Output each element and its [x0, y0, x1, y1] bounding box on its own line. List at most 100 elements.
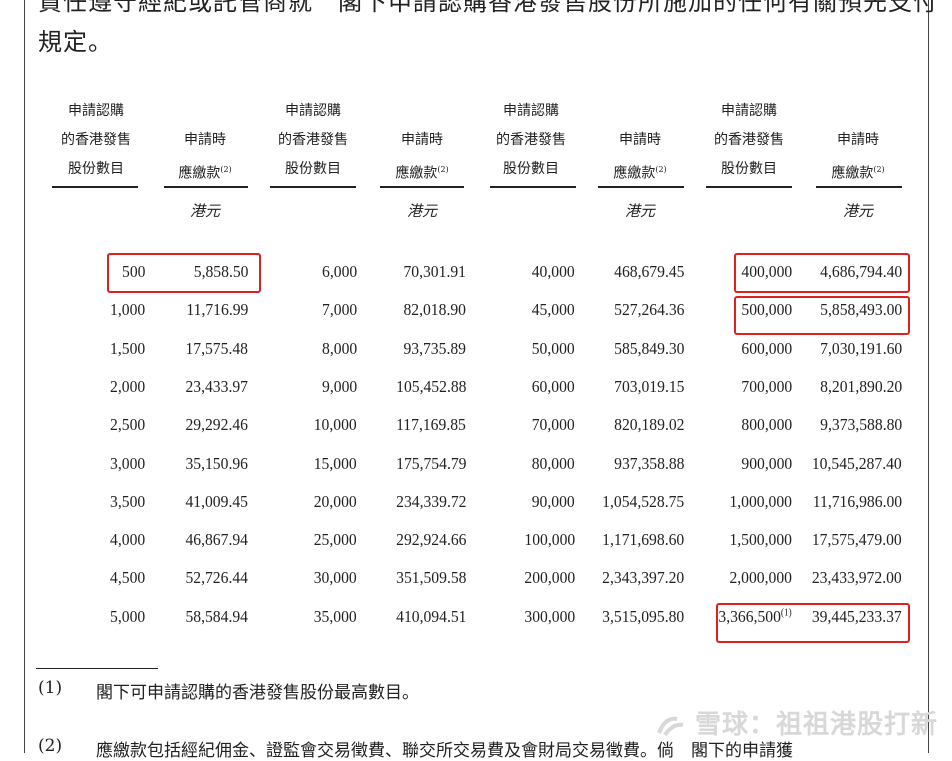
shares-value: 3,500: [109, 491, 145, 511]
shares-value: 1,000,000: [729, 491, 792, 511]
shares-value: 2,000,000: [729, 568, 792, 588]
shares-cell: 10,000: [314, 415, 357, 435]
unit-label: 港元: [406, 202, 437, 220]
shares-cell: 50,000: [532, 339, 575, 359]
right-border: [928, 0, 929, 753]
payment-cell: 1,054,528.75: [601, 491, 684, 511]
footnote-1-number: (1): [38, 678, 63, 698]
shares-header-line: 的香港發售: [496, 132, 566, 148]
intro-text: 責任遵守經紀或託管商就 閣下申請認購香港發售股份所施加的任何有關預先支付 規定。: [38, 0, 938, 62]
shares-cell: 15,000: [314, 454, 357, 474]
shares-cell: 900,000: [741, 454, 792, 474]
shares-header-line: 股份數目: [285, 161, 341, 177]
header-rule: [52, 186, 138, 188]
shares-value: 35,000: [313, 606, 357, 626]
payment-column-header: 申請時 應繳款(2): [590, 126, 690, 189]
payment-cell: 820,189.02: [613, 415, 684, 435]
shares-column-header: 申請認購的香港發售股份數目: [263, 97, 363, 184]
footnote-2-number: (2): [38, 736, 63, 756]
payment-column-header: 申請時應繳款(2): [372, 126, 472, 189]
footnote-rule: [36, 668, 158, 669]
watermark-text: 雪球：祖祖港股打新: [694, 710, 938, 740]
shares-cell: 4,000: [110, 530, 145, 550]
shares-value: 100,000: [524, 530, 575, 550]
shares-header-line: 申請認購: [503, 103, 559, 119]
prospectus-page: 責任遵守經紀或託管商就 閣下申請認購香港發售股份所施加的任何有關預先支付 規定。…: [0, 0, 952, 761]
shares-cell: 700,000: [741, 377, 792, 397]
payment-cell: 351,509.58: [395, 568, 466, 588]
header-rule: [598, 186, 684, 188]
footnote-1-text: 閣下可申請認購的香港發售股份最高數目。: [96, 683, 419, 703]
payment-cell: 46,867.94: [185, 530, 248, 550]
payment-cell: 468,679.45: [613, 262, 684, 281]
shares-value: 900,000: [741, 453, 792, 473]
highlight-box-500000: [734, 296, 910, 335]
shares-value: 45,000: [531, 300, 575, 320]
shares-cell: 90,000: [532, 492, 575, 512]
shares-cell: 35,000: [314, 607, 357, 627]
shares-value: 3,000: [109, 453, 145, 473]
shares-column-header: 申請認購的香港發售股份數目: [46, 97, 146, 184]
highlight-box-max: [716, 603, 910, 643]
payment-cell: 234,339.72: [395, 491, 466, 511]
watermark: 雪球：祖祖港股打新: [655, 704, 938, 741]
shares-cell: 80,000: [532, 454, 575, 474]
shares-value: 800,000: [741, 415, 792, 435]
payment-cell: 7,030,191.60: [819, 338, 902, 358]
payment-cell: 29,292.46: [185, 415, 248, 435]
shares-cell: 6,000: [322, 262, 357, 282]
payment-cell: 105,452.88: [395, 376, 466, 396]
shares-header-line: 的香港發售: [61, 132, 131, 148]
payment-cell: 3,515,095.80: [601, 606, 684, 626]
payment-header-line: 申請時: [837, 132, 879, 148]
payment-header-note: (2): [220, 165, 232, 174]
shares-value: 7,000: [321, 300, 357, 320]
shares-cell: 20,000: [314, 492, 357, 512]
header-rule: [706, 186, 792, 188]
shares-header-line: 的香港發售: [278, 132, 348, 148]
payment-cell: 8,201,890.20: [819, 376, 902, 396]
payment-cell: 17,575,479.00: [812, 530, 902, 550]
payment-cell: 585,849.30: [613, 338, 684, 358]
header-rule: [270, 186, 356, 188]
payment-header-note: (2): [655, 165, 667, 174]
shares-value: 80,000: [531, 453, 575, 473]
payment-cell: 41,009.45: [185, 491, 248, 511]
shares-cell: 7,000: [322, 300, 357, 320]
payment-header-line: 應繳款(2): [155, 155, 255, 189]
payment-header-note: (2): [873, 165, 885, 174]
payment-cell: 410,094.51: [395, 606, 466, 626]
payment-header-text: 應繳款: [831, 165, 874, 182]
left-border: [24, 0, 25, 753]
shares-value: 90,000: [531, 491, 575, 511]
payment-cell: 17,575.48: [185, 338, 248, 358]
payment-header-line: 申請時: [619, 132, 661, 148]
highlight-box-400000: [734, 253, 910, 293]
shares-value: 25,000: [313, 530, 357, 550]
header-rule: [380, 186, 464, 188]
shares-header-line: 股份數目: [503, 161, 559, 177]
payment-header-line: 申請時: [401, 132, 443, 148]
payment-cell: 10,545,287.40: [812, 453, 902, 473]
payment-cell: 937,358.88: [613, 453, 684, 473]
shares-cell: 45,000: [532, 300, 575, 320]
intro-line-1: 責任遵守經紀或託管商就 閣下申請認購香港發售股份所施加的任何有關預先支付: [38, 0, 938, 16]
shares-cell: 2,000: [110, 377, 145, 397]
shares-column-header: 申請認購 的香港發售 股份數目: [699, 97, 799, 184]
payment-header-line: 應繳款(2): [372, 155, 472, 189]
shares-value: 2,500: [109, 415, 145, 435]
header-rule: [816, 186, 902, 188]
shares-cell: 3,500: [110, 492, 145, 512]
shares-header-line: 申請認購: [285, 103, 341, 119]
shares-value: 4,000: [109, 530, 145, 550]
shares-value: 300,000: [524, 606, 575, 626]
shares-cell: 100,000: [524, 530, 575, 550]
shares-header-line: 申請認購: [68, 103, 124, 119]
shares-header-line: 股份數目: [68, 161, 124, 177]
shares-cell: 60,000: [532, 377, 575, 397]
shares-value: 8,000: [321, 338, 357, 358]
payment-cell: 292,924.66: [395, 530, 466, 550]
shares-cell: 5,000: [110, 607, 145, 627]
shares-cell: 70,000: [532, 415, 575, 435]
shares-cell: 2,500: [110, 415, 145, 435]
